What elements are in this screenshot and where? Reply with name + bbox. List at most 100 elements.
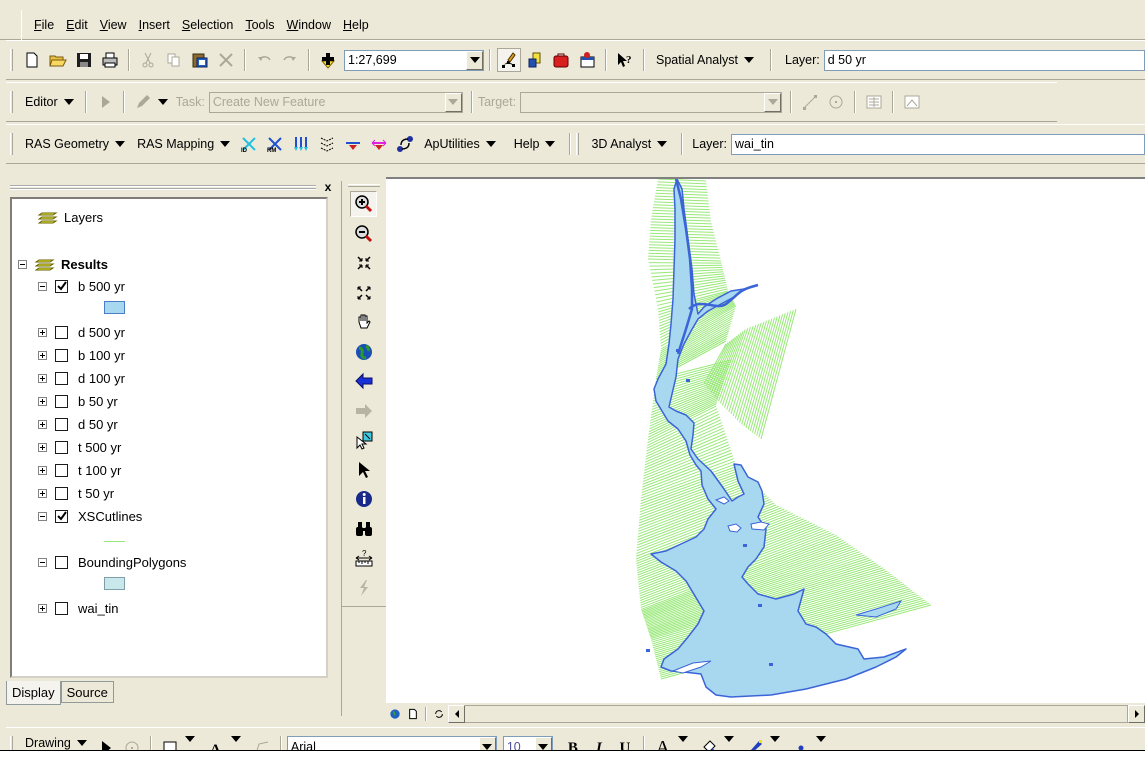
collapse-icon[interactable] <box>18 259 27 269</box>
expand-icon[interactable] <box>38 419 47 429</box>
layer-visibility-checkbox[interactable] <box>55 348 68 362</box>
refresh-icon[interactable] <box>431 702 447 726</box>
layer-visibility-checkbox[interactable] <box>55 463 68 477</box>
print-icon[interactable] <box>98 48 122 72</box>
zoom-in-icon[interactable] <box>350 191 377 217</box>
toc-group-results[interactable]: Results <box>18 254 108 274</box>
layer-visibility-checkbox[interactable] <box>55 601 68 615</box>
help-menu[interactable]: Help <box>508 137 562 151</box>
expand-icon[interactable] <box>38 442 47 452</box>
layer-row[interactable]: BoundingPolygons <box>38 552 186 572</box>
cross-section-chevrons-icon[interactable] <box>315 132 339 156</box>
chevron-down-icon[interactable] <box>769 736 780 742</box>
drawing-menu[interactable]: Drawing <box>19 736 93 750</box>
toolbar-grip[interactable] <box>348 184 380 187</box>
task-value[interactable]: Create New Feature <box>210 95 445 109</box>
fixed-zoom-out-icon[interactable] <box>350 280 377 306</box>
hyperlink-lightning-icon[interactable] <box>350 575 377 601</box>
tin-layer-field[interactable]: wai_tin <box>731 133 1145 155</box>
layer-row[interactable]: d 100 yr <box>38 368 125 388</box>
zoom-out-icon[interactable] <box>350 221 377 247</box>
tab-display[interactable]: Display <box>6 681 61 705</box>
attributes-icon[interactable] <box>862 90 886 114</box>
expand-icon[interactable] <box>38 396 47 406</box>
menu-window[interactable]: Window <box>281 18 337 32</box>
aputilities-menu[interactable]: ApUtilities <box>418 137 502 151</box>
close-icon[interactable]: x <box>322 181 334 193</box>
full-extent-globe-icon[interactable] <box>350 339 377 365</box>
editor-toolbar-icon[interactable] <box>497 48 521 72</box>
chevron-down-icon[interactable] <box>157 99 168 105</box>
flow-path-icon[interactable] <box>367 132 391 156</box>
ras-mapping-menu[interactable]: RAS Mapping <box>131 137 236 151</box>
layer-row[interactable]: d 500 yr <box>38 322 125 342</box>
layer-visibility-checkbox[interactable] <box>55 279 68 293</box>
save-icon[interactable] <box>72 48 96 72</box>
copy-icon[interactable] <box>162 48 186 72</box>
whats-this-help-icon[interactable]: ? <box>613 48 637 72</box>
3d-analyst-menu[interactable]: 3D Analyst <box>585 137 673 151</box>
find-binoculars-icon[interactable] <box>350 516 377 542</box>
command-line-icon[interactable] <box>575 48 599 72</box>
rotate-tool-icon[interactable] <box>824 90 848 114</box>
expand-icon[interactable] <box>38 603 47 613</box>
layer-visibility-checkbox[interactable] <box>55 555 68 569</box>
arctoolbox-icon[interactable] <box>549 48 573 72</box>
cut-icon[interactable] <box>136 48 160 72</box>
flow-direction-arrows-icon[interactable] <box>289 132 313 156</box>
sketch-properties-icon[interactable] <box>900 90 924 114</box>
paste-icon[interactable] <box>188 48 212 72</box>
layer-row[interactable]: d 50 yr <box>38 414 118 434</box>
layer-visibility-checkbox[interactable] <box>55 417 68 431</box>
layer-visibility-checkbox[interactable] <box>55 486 68 500</box>
scroll-left-button[interactable] <box>448 705 465 723</box>
task-combo[interactable]: Create New Feature <box>208 91 463 113</box>
toolbar-grip[interactable] <box>10 91 13 113</box>
expand-icon[interactable] <box>38 488 47 498</box>
undo-icon[interactable] <box>252 48 276 72</box>
menu-edit[interactable]: Edit <box>60 18 94 32</box>
chevron-down-icon[interactable] <box>764 92 782 112</box>
expand-icon[interactable] <box>38 465 47 475</box>
expand-icon[interactable] <box>38 350 47 360</box>
toolbar-grip[interactable] <box>576 133 580 155</box>
assign-river-station-icon[interactable]: RM <box>263 132 287 156</box>
ras-geometry-menu[interactable]: RAS Geometry <box>19 137 131 151</box>
add-data-icon[interactable] <box>316 48 340 72</box>
data-view-icon[interactable] <box>387 702 403 726</box>
chevron-down-icon[interactable] <box>444 92 462 112</box>
bank-stations-icon[interactable] <box>341 132 365 156</box>
layer-visibility-checkbox[interactable] <box>55 371 68 385</box>
layer-row[interactable]: b 50 yr <box>38 391 118 411</box>
measure-icon[interactable]: ? <box>350 545 377 571</box>
map-scale-value[interactable]: 1:27,699 <box>345 53 466 67</box>
arccatalog-icon[interactable] <box>523 48 547 72</box>
layer-row[interactable]: wai_tin <box>38 598 118 618</box>
split-tool-icon[interactable] <box>798 90 822 114</box>
chevron-down-icon[interactable] <box>184 736 195 742</box>
select-features-icon[interactable] <box>350 427 377 453</box>
layer-visibility-checkbox[interactable] <box>55 509 68 523</box>
layer-row[interactable]: XSCutlines <box>38 506 142 526</box>
toolbar-grip[interactable] <box>10 49 13 71</box>
toc-title-bar[interactable]: x <box>6 181 340 195</box>
layer-visibility-checkbox[interactable] <box>55 325 68 339</box>
layer-row[interactable]: t 50 yr <box>38 483 114 503</box>
layer-field[interactable]: d 50 yr <box>823 49 1145 71</box>
back-extent-arrow-icon[interactable] <box>350 368 377 394</box>
forward-extent-arrow-icon[interactable] <box>350 398 377 424</box>
edit-tool-arrow-icon[interactable] <box>93 90 117 114</box>
new-document-icon[interactable] <box>20 48 44 72</box>
menu-view[interactable]: View <box>94 18 133 32</box>
sketch-pencil-icon[interactable] <box>131 90 155 114</box>
menu-selection[interactable]: Selection <box>176 18 239 32</box>
expand-icon[interactable] <box>38 327 47 337</box>
delete-icon[interactable] <box>214 48 238 72</box>
layer-visibility-checkbox[interactable] <box>55 440 68 454</box>
map-display[interactable] <box>386 177 1145 703</box>
layer-visibility-checkbox[interactable] <box>55 394 68 408</box>
menu-insert[interactable]: Insert <box>133 18 176 32</box>
layer-row[interactable]: b 500 yr <box>38 276 125 296</box>
collapse-icon[interactable] <box>38 511 47 521</box>
menu-file[interactable]: File <box>28 18 60 32</box>
